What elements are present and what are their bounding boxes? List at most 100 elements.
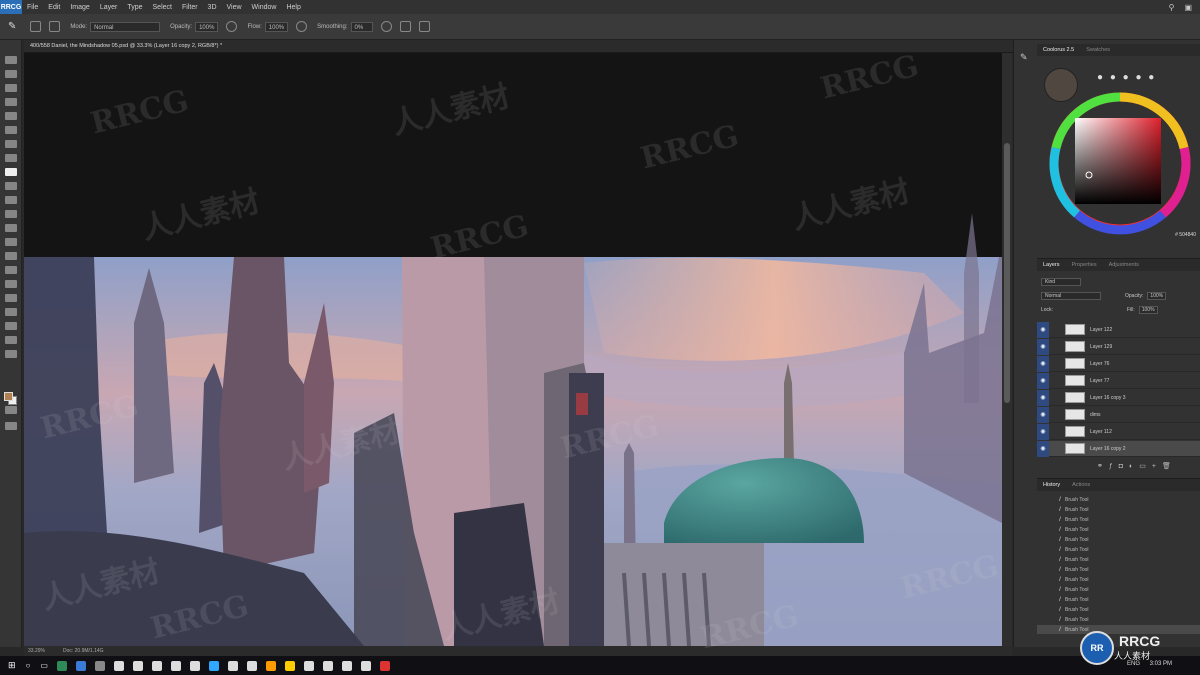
- menu-filter[interactable]: Filter: [177, 4, 203, 11]
- dodge-tool-icon[interactable]: [5, 252, 17, 260]
- healing-brush-tool-icon[interactable]: [5, 154, 17, 162]
- history-item[interactable]: / Brush Tool: [1037, 575, 1200, 584]
- history-item[interactable]: / Brush Tool: [1037, 605, 1200, 614]
- new-layer-icon[interactable]: +: [1152, 463, 1162, 470]
- visibility-eye-icon[interactable]: ◉: [1037, 355, 1049, 372]
- add-mask-icon[interactable]: ◘: [1119, 463, 1129, 470]
- menu-layer[interactable]: Layer: [95, 4, 123, 11]
- history-item[interactable]: / Brush Tool: [1037, 545, 1200, 554]
- taskbar-app-icon[interactable]: [113, 660, 124, 671]
- zoom-tool-icon[interactable]: [5, 336, 17, 344]
- brush-tool-icon[interactable]: ✎: [8, 21, 16, 32]
- more-tools-icon[interactable]: [5, 350, 17, 358]
- menu-3d[interactable]: 3D: [203, 4, 222, 11]
- menu-help[interactable]: Help: [281, 4, 305, 11]
- type-tool-icon[interactable]: [5, 280, 17, 288]
- blur-tool-icon[interactable]: [5, 238, 17, 246]
- visibility-eye-icon[interactable]: ◉: [1037, 440, 1049, 457]
- history-item[interactable]: / Brush Tool: [1037, 515, 1200, 524]
- layer-opacity-field[interactable]: 100%: [1147, 292, 1167, 300]
- history-item[interactable]: / Brush Tool: [1037, 535, 1200, 544]
- taskbar-app-icon[interactable]: [322, 660, 333, 671]
- adjustment-layer-icon[interactable]: ◐: [1129, 463, 1139, 470]
- marquee-tool-icon[interactable]: [5, 70, 17, 78]
- flow-field[interactable]: 100%: [264, 21, 289, 32]
- color-wheel[interactable]: [1045, 88, 1195, 238]
- layer-row[interactable]: ◉ Layer 122: [1037, 321, 1200, 338]
- delete-layer-icon[interactable]: 🗑: [1162, 463, 1177, 470]
- taskbar-app-icon[interactable]: [132, 660, 143, 671]
- link-layers-icon[interactable]: ⚭: [1097, 463, 1109, 470]
- taskbar-app-icon[interactable]: [75, 660, 86, 671]
- quick-mask-icon[interactable]: [5, 406, 17, 414]
- history-item[interactable]: / Brush Tool: [1037, 555, 1200, 564]
- brush-settings-panel-icon[interactable]: ✎: [1020, 52, 1028, 63]
- tab-layers[interactable]: Layers: [1037, 262, 1066, 268]
- frame-tool-icon[interactable]: [5, 126, 17, 134]
- brush-preset-dots[interactable]: ● ● ● ● ●: [1097, 72, 1156, 83]
- tab-coolorus[interactable]: Coolorus 2.5: [1037, 47, 1080, 53]
- taskbar-app-icon[interactable]: [227, 660, 238, 671]
- menu-view[interactable]: View: [222, 4, 247, 11]
- eyedropper-tool-icon[interactable]: [5, 140, 17, 148]
- layer-row[interactable]: ◉ Layer 112: [1037, 423, 1200, 440]
- document-tab[interactable]: 400/558 Daniel, the Mindshadow 05.psd @ …: [24, 40, 1016, 53]
- history-item[interactable]: / Brush Tool: [1037, 585, 1200, 594]
- taskbar-app-icon[interactable]: [189, 660, 200, 671]
- layer-style-icon[interactable]: ƒ: [1109, 463, 1119, 470]
- brush-preset-picker[interactable]: [30, 21, 42, 32]
- menu-image[interactable]: Image: [65, 4, 94, 11]
- magic-wand-tool-icon[interactable]: [5, 98, 17, 106]
- shape-tool-icon[interactable]: [5, 308, 17, 316]
- taskbar-app-icon[interactable]: [246, 660, 257, 671]
- clone-stamp-tool-icon[interactable]: [5, 182, 17, 190]
- search-icon[interactable]: ⚲: [1169, 3, 1175, 12]
- pen-tool-icon[interactable]: [5, 266, 17, 274]
- screen-mode-icon[interactable]: [5, 422, 17, 430]
- mode-select[interactable]: Normal: [90, 21, 161, 32]
- layer-row[interactable]: ◉ dims: [1037, 406, 1200, 423]
- history-item[interactable]: / Brush Tool: [1037, 495, 1200, 504]
- airbrush-icon[interactable]: [296, 21, 308, 32]
- search-taskbar-icon[interactable]: ○: [26, 661, 31, 670]
- visibility-eye-icon[interactable]: ◉: [1037, 372, 1049, 389]
- taskbar-app-icon[interactable]: [303, 660, 314, 671]
- canvas-area[interactable]: [24, 53, 1002, 646]
- taskbar-app-icon[interactable]: [170, 660, 181, 671]
- taskbar-app-icon[interactable]: [56, 660, 67, 671]
- menu-window[interactable]: Window: [247, 4, 282, 11]
- visibility-eye-icon[interactable]: ◉: [1037, 321, 1049, 338]
- path-selection-tool-icon[interactable]: [5, 294, 17, 302]
- visibility-eye-icon[interactable]: ◉: [1037, 338, 1049, 355]
- taskbar-app-icon[interactable]: [94, 660, 105, 671]
- task-view-icon[interactable]: ▭: [40, 661, 48, 670]
- layer-row-selected[interactable]: ◉ Layer 16 copy 2: [1037, 440, 1200, 457]
- menu-file[interactable]: File: [22, 4, 43, 11]
- app-logo[interactable]: RRCG: [0, 0, 22, 14]
- menu-type[interactable]: Type: [122, 4, 147, 11]
- smoothing-field[interactable]: 0%: [350, 21, 373, 32]
- doc-size[interactable]: Doc: 20.9M/1.14G: [63, 648, 104, 654]
- painting-canvas[interactable]: [24, 53, 1002, 646]
- start-button-icon[interactable]: ⊞: [8, 660, 16, 671]
- history-item[interactable]: / Brush Tool: [1037, 505, 1200, 514]
- taskbar-app-icon[interactable]: [379, 660, 390, 671]
- lasso-tool-icon[interactable]: [5, 84, 17, 92]
- taskbar-app-photoshop-icon[interactable]: [208, 660, 219, 671]
- tab-actions[interactable]: Actions: [1066, 482, 1096, 488]
- pressure-opacity-icon[interactable]: [226, 21, 238, 32]
- taskbar-app-icon[interactable]: [360, 660, 371, 671]
- opacity-field[interactable]: 100%: [195, 21, 219, 32]
- hex-value[interactable]: # 504840: [1175, 232, 1196, 238]
- tab-properties[interactable]: Properties: [1066, 262, 1103, 268]
- layer-row[interactable]: ◉ Layer 77: [1037, 372, 1200, 389]
- history-brush-tool-icon[interactable]: [5, 196, 17, 204]
- fill-field[interactable]: 100%: [1138, 306, 1158, 314]
- taskbar-app-icon[interactable]: [341, 660, 352, 671]
- blend-mode-select[interactable]: Normal: [1041, 292, 1101, 300]
- history-item[interactable]: / Brush Tool: [1037, 525, 1200, 534]
- brush-settings-icon[interactable]: [49, 21, 61, 32]
- crop-tool-icon[interactable]: [5, 112, 17, 120]
- taskbar-app-icon[interactable]: [151, 660, 162, 671]
- layer-filter-kind[interactable]: Kind: [1041, 278, 1081, 286]
